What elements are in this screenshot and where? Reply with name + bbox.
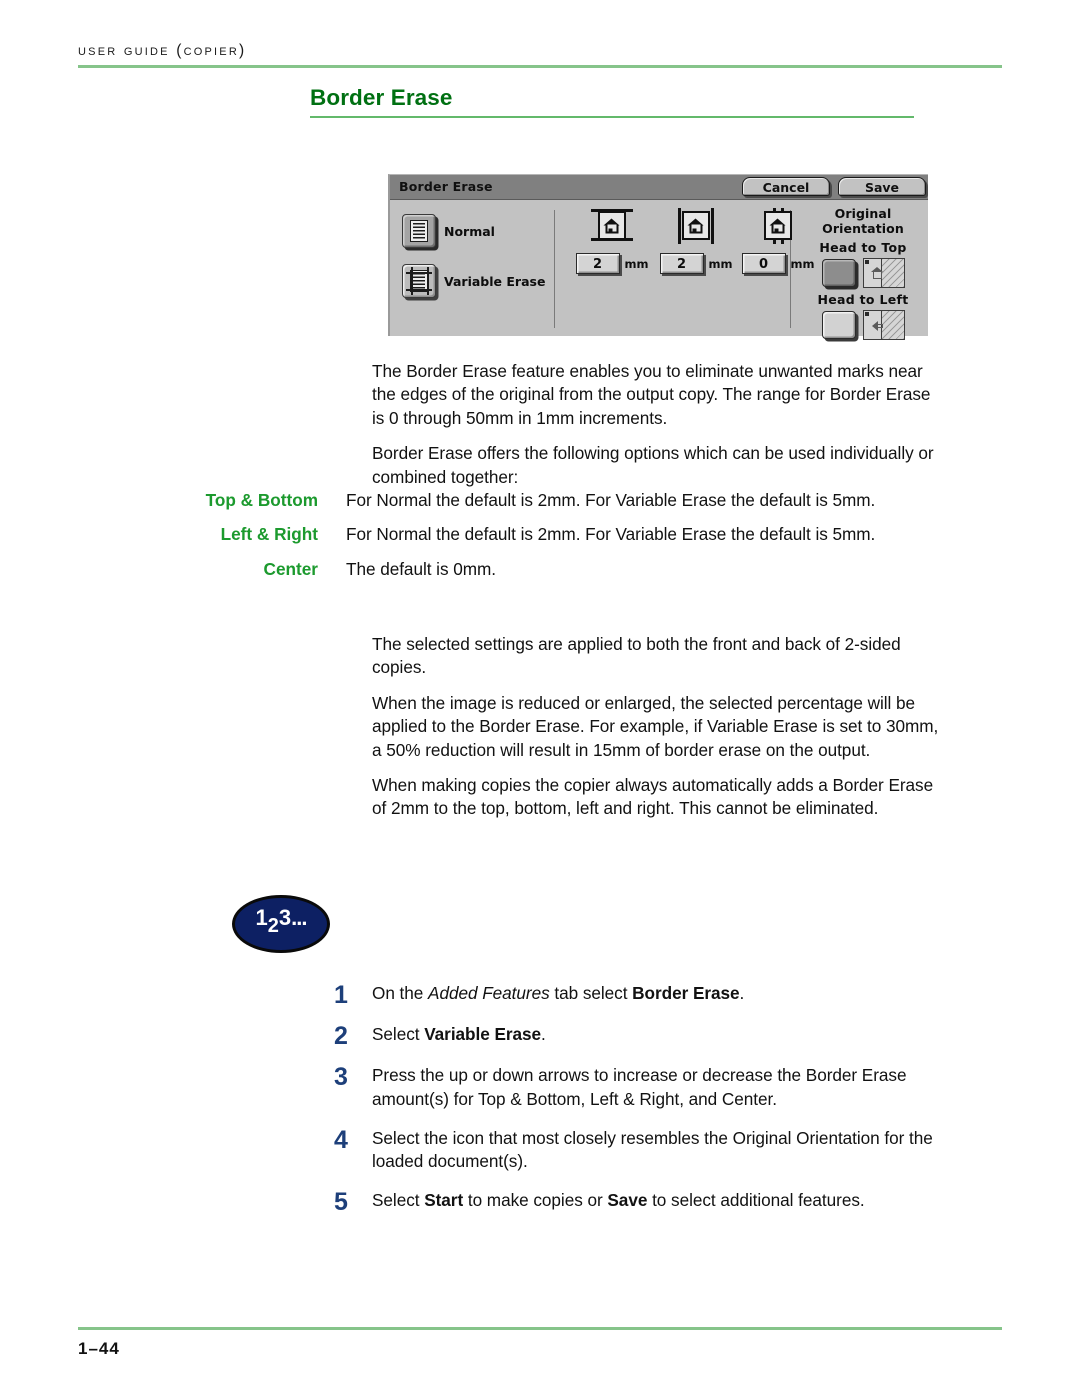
page-footer: 1–44	[78, 1327, 1002, 1359]
notes-paragraphs: The selected settings are applied to bot…	[372, 633, 950, 833]
erase-mode-options: Normal Variable Erase	[402, 214, 545, 314]
paragraph: The Border Erase feature enables you to …	[372, 361, 931, 428]
document-icon	[410, 220, 428, 242]
option-variable-erase[interactable]: Variable Erase	[402, 264, 545, 298]
variable-erase-icon[interactable]	[402, 264, 436, 298]
definition-desc-center: The default is 0mm.	[346, 558, 496, 579]
page-header: User Guide (Copier)	[78, 42, 1002, 68]
definition-row: Top & Bottom For Normal the default is 2…	[150, 489, 944, 512]
ui-titlebar: Border Erase Cancel Save	[390, 175, 928, 200]
footer-rule	[78, 1327, 1002, 1330]
paragraph: The selected settings are applied to bot…	[372, 634, 901, 678]
procedure-badge: 123...	[232, 895, 330, 953]
step-item: 1 On the Added Features tab select Borde…	[310, 982, 956, 1008]
step-text: On the Added Features tab select Border …	[372, 983, 745, 1003]
amount-top-bottom: 2 mm	[574, 208, 650, 274]
head-to-left-thumbnail[interactable]	[862, 310, 905, 340]
definition-desc-top-bottom: For Normal the default is 2mm. For Varia…	[346, 490, 876, 510]
section-title-block: Border Erase	[310, 85, 914, 119]
house-glyph	[603, 218, 621, 233]
original-orientation-heading: Original Orientation	[822, 206, 904, 236]
paragraph: When the image is reduced or enlarged, t…	[372, 692, 939, 760]
mini-house-icon	[870, 266, 884, 279]
copier-ui-screenshot: Border Erase Cancel Save Normal Variable…	[388, 174, 928, 340]
paragraph: Border Erase offers the following option…	[372, 443, 934, 487]
step-number: 4	[334, 1125, 348, 1154]
head-to-left-button[interactable]	[821, 311, 856, 339]
house-left-right-icon	[675, 208, 717, 244]
definition-row: Center The default is 0mm.	[150, 558, 944, 581]
head-to-top-row[interactable]	[800, 258, 926, 288]
definition-term-left-right: Left & Right	[220, 524, 318, 545]
step-number: 5	[334, 1188, 348, 1217]
crop-marks-icon	[406, 267, 432, 295]
top-bottom-unit: mm	[624, 256, 649, 271]
left-right-unit: mm	[708, 256, 733, 271]
badge-ellipsis: ...	[291, 905, 307, 930]
step-item: 2 Select Variable Erase.	[310, 1023, 956, 1049]
left-right-value[interactable]: 2	[659, 253, 704, 274]
badge-digit-2: 2	[267, 915, 279, 937]
intro-paragraphs: The Border Erase feature enables you to …	[372, 360, 944, 501]
step-item: 4 Select the icon that most closely rese…	[310, 1127, 956, 1175]
step-number: 1	[334, 981, 348, 1009]
header-rule	[78, 65, 1002, 68]
normal-icon[interactable]	[402, 214, 436, 248]
step-text: Select Start to make copies or Save to s…	[372, 1190, 865, 1211]
badge-digit-3: 3	[278, 905, 292, 930]
ui-body: Normal Variable Erase 2 mm 2 mm 0 mm Ori…	[390, 200, 928, 340]
definition-row: Left & Right For Normal the default is 2…	[150, 523, 944, 546]
running-head: User Guide (Copier)	[78, 42, 247, 59]
center-value[interactable]: 0	[741, 253, 786, 274]
divider-left	[554, 210, 555, 328]
step-number: 2	[334, 1022, 348, 1050]
definition-desc-left-right: For Normal the default is 2mm. For Varia…	[346, 524, 876, 545]
step-item: 5 Select Start to make copies or Save to…	[310, 1189, 956, 1215]
house-glyph	[687, 218, 705, 233]
procedure-badge-label: 123...	[235, 905, 327, 937]
head-to-top-label: Head to Top	[819, 240, 907, 255]
step-item: 3 Press the up or down arrows to increas…	[310, 1064, 956, 1112]
option-normal-label: Normal	[444, 223, 495, 239]
save-button[interactable]: Save	[838, 177, 926, 196]
option-normal[interactable]: Normal	[402, 214, 536, 248]
top-bottom-value[interactable]: 2	[575, 253, 620, 274]
definition-term-top-bottom: Top & Bottom	[205, 490, 318, 510]
head-to-left-row[interactable]	[800, 310, 926, 340]
paragraph: When making copies the copier always aut…	[372, 775, 934, 819]
option-variable-erase-label: Variable Erase	[444, 273, 546, 289]
step-text: Press the up or down arrows to increase …	[372, 1065, 907, 1109]
badge-digit-1: 1	[255, 905, 268, 930]
options-definition-list: Top & Bottom For Normal the default is 2…	[150, 489, 944, 592]
house-glyph	[769, 218, 787, 233]
ui-title: Border Erase	[399, 179, 493, 194]
step-text: Select Variable Erase.	[372, 1024, 546, 1044]
mini-arrow-icon	[871, 318, 884, 331]
step-text: Select the icon that most closely resemb…	[372, 1127, 933, 1172]
house-top-bottom-icon	[591, 208, 633, 244]
house-center-icon	[757, 208, 799, 244]
cancel-button[interactable]: Cancel	[742, 177, 830, 196]
page-title: Border Erase	[310, 85, 453, 110]
original-orientation-group: Original Orientation Head to Top Head to…	[800, 206, 926, 340]
head-to-left-label: Head to Left	[817, 292, 909, 307]
procedure-steps: 1 On the Added Features tab select Borde…	[310, 982, 956, 1230]
head-to-top-thumbnail[interactable]	[862, 258, 905, 288]
amount-left-right: 2 mm	[658, 208, 734, 274]
page-number: 1–44	[78, 1339, 120, 1358]
section-rule	[310, 115, 914, 119]
step-number: 3	[334, 1063, 348, 1091]
document-lines	[413, 223, 425, 239]
head-to-top-button[interactable]	[821, 259, 856, 287]
definition-term-center: Center	[263, 558, 318, 579]
